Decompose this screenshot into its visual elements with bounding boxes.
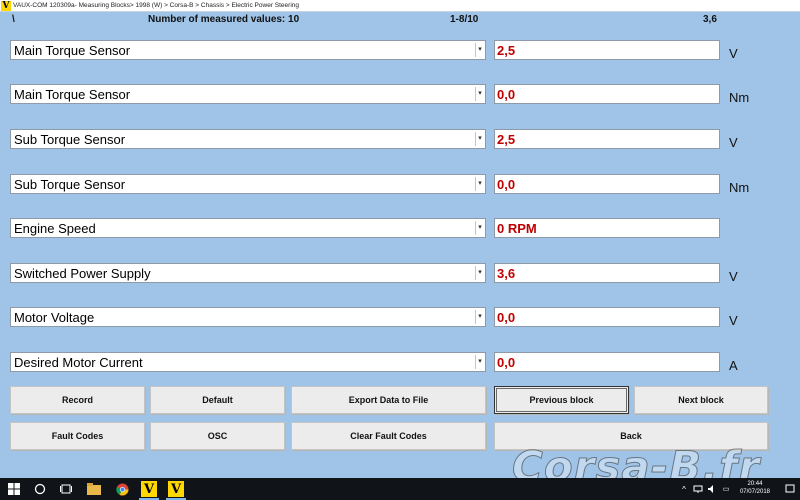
parameter-label: Main Torque Sensor [14, 87, 131, 102]
title-bar: V VAUX-COM 120309a- Measuring Blocks> 19… [0, 0, 800, 12]
keyboard-layout-icon[interactable]: ▭ [718, 481, 734, 497]
chevron-down-icon[interactable]: ▾ [475, 132, 484, 146]
windows-start-icon[interactable] [6, 481, 22, 497]
chevron-down-icon[interactable]: ▾ [475, 43, 484, 57]
measure-row: Main Torque Sensor ▾ 0,0 Nm [0, 84, 800, 106]
chevron-down-icon[interactable]: ▾ [475, 177, 484, 191]
parameter-label: Switched Power Supply [14, 266, 151, 281]
record-button[interactable]: Record [10, 386, 145, 414]
measured-value: 2,5 [494, 40, 720, 60]
unit-label: V [729, 46, 738, 61]
measured-value: 0,0 [494, 174, 720, 194]
chevron-down-icon[interactable]: ▾ [475, 266, 484, 280]
header-backslash: \ [12, 14, 15, 25]
fault-codes-button[interactable]: Fault Codes [10, 422, 145, 450]
parameter-label: Main Torque Sensor [14, 43, 131, 58]
block-range: 1-8/10 [450, 14, 479, 25]
unit-label: V [729, 269, 738, 284]
vauxcom-taskbar-icon[interactable]: V [168, 481, 184, 497]
measured-count: Number of measured values: 10 [148, 14, 300, 25]
parameter-label: Engine Speed [14, 221, 96, 236]
measure-row: Main Torque Sensor ▾ 2,5 V [0, 40, 800, 62]
measure-header: \ Number of measured values: 10 1-8/10 3… [0, 12, 800, 28]
measured-value: 0 RPM [494, 218, 720, 238]
unit-label: V [729, 313, 738, 328]
parameter-select[interactable]: Motor Voltage ▾ [10, 307, 486, 327]
system-clock[interactable]: 20:44 07/07/2018 [740, 480, 770, 496]
previous-block-button[interactable]: Previous block [494, 386, 629, 414]
unit-label: Nm [729, 90, 750, 105]
next-block-button[interactable]: Next block [634, 386, 768, 414]
search-icon[interactable] [32, 481, 48, 497]
chevron-down-icon[interactable]: ▾ [475, 355, 484, 369]
measure-row: Desired Motor Current ▾ 0,0 A [0, 352, 800, 374]
measure-row: Engine Speed ▾ 0 RPM [0, 218, 800, 240]
chevron-down-icon[interactable]: ▾ [475, 221, 484, 235]
parameter-select[interactable]: Main Torque Sensor ▾ [10, 40, 486, 60]
parameter-label: Sub Torque Sensor [14, 177, 126, 192]
clock-date: 07/07/2018 [739, 489, 770, 495]
header-extra-value: 3,6 [703, 14, 717, 25]
measure-row: Sub Torque Sensor ▾ 0,0 Nm [0, 174, 800, 196]
measured-value: 2,5 [494, 129, 720, 149]
windows-taskbar: V V ^ ▭ 20:44 07/07/2018 [0, 478, 800, 500]
parameter-select[interactable]: Sub Torque Sensor ▾ [10, 174, 486, 194]
window-title: VAUX-COM 120309a- Measuring Blocks> 1998… [13, 2, 299, 9]
measured-value: 0,0 [494, 307, 720, 327]
chevron-down-icon[interactable]: ▾ [475, 87, 484, 101]
measure-row: Sub Torque Sensor ▾ 2,5 V [0, 129, 800, 151]
parameter-label: Motor Voltage [14, 310, 95, 325]
clock-time: 20:44 [747, 481, 763, 487]
parameter-label: Sub Torque Sensor [14, 132, 126, 147]
measured-value: 3,6 [494, 263, 720, 283]
parameter-select[interactable]: Main Torque Sensor ▾ [10, 84, 486, 104]
measured-value: 0,0 [494, 84, 720, 104]
measure-row: Motor Voltage ▾ 0,0 V [0, 307, 800, 329]
export-data-button[interactable]: Export Data to File [291, 386, 486, 414]
clear-fault-codes-button[interactable]: Clear Fault Codes [291, 422, 486, 450]
task-view-icon[interactable] [58, 481, 74, 497]
vauxcom-taskbar-icon[interactable]: V [141, 481, 157, 497]
chrome-icon[interactable] [114, 481, 130, 497]
notifications-icon[interactable] [782, 481, 798, 497]
parameter-select[interactable]: Switched Power Supply ▾ [10, 263, 486, 283]
unit-label: V [729, 135, 738, 150]
unit-label: Nm [729, 180, 750, 195]
parameter-label: Desired Motor Current [14, 355, 143, 370]
vauxcom-logo-icon: V [1, 0, 11, 11]
measured-value: 0,0 [494, 352, 720, 372]
unit-label: A [729, 358, 738, 373]
measure-row: Switched Power Supply ▾ 3,6 V [0, 263, 800, 285]
parameter-select[interactable]: Sub Torque Sensor ▾ [10, 129, 486, 149]
file-explorer-icon[interactable] [86, 481, 102, 497]
osc-button[interactable]: OSC [150, 422, 285, 450]
parameter-select[interactable]: Engine Speed ▾ [10, 218, 486, 238]
chevron-down-icon[interactable]: ▾ [475, 310, 484, 324]
default-button[interactable]: Default [150, 386, 285, 414]
parameter-select[interactable]: Desired Motor Current ▾ [10, 352, 486, 372]
